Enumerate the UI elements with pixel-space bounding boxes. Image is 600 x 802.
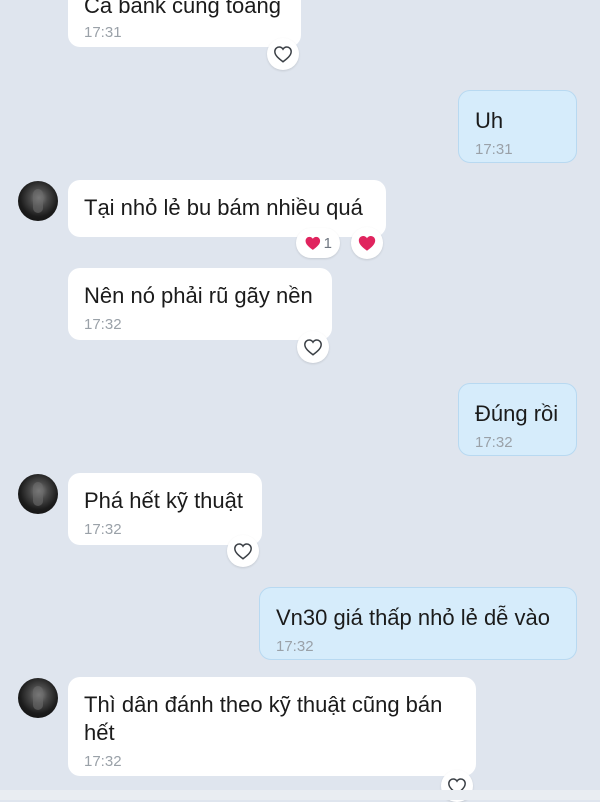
message-bubble-outgoing[interactable]: Đúng rồi 17:32	[458, 383, 577, 456]
heart-filled-icon	[358, 236, 376, 251]
message-text: Vn30 giá thấp nhỏ lẻ dễ vào	[276, 605, 551, 630]
message-time: 17:32	[84, 521, 122, 538]
message-bubble-incoming[interactable]: Cả bank cũng toang 17:31	[68, 0, 301, 47]
contact-avatar[interactable]	[18, 181, 58, 221]
message-bubble-incoming[interactable]: Phá hết kỹ thuật 17:32	[68, 473, 262, 545]
contact-avatar[interactable]	[18, 474, 58, 514]
message-bubble-outgoing[interactable]: Vn30 giá thấp nhỏ lẻ dễ vào 17:32	[259, 587, 577, 660]
message-bubble-incoming[interactable]: Thì dân đánh theo kỹ thuật cũng bán hết …	[68, 677, 476, 776]
react-heart-button[interactable]	[297, 331, 329, 363]
message-time: 17:32	[475, 434, 513, 451]
input-bar[interactable]	[0, 790, 600, 800]
heart-filled-icon	[305, 236, 321, 250]
react-heart-button[interactable]	[267, 38, 299, 70]
message-time: 17:31	[84, 24, 122, 41]
message-time: 17:31	[475, 141, 513, 158]
message-time: 17:32	[276, 638, 314, 655]
message-text: Đúng rồi	[475, 401, 559, 426]
react-heart-button[interactable]	[351, 227, 383, 259]
message-text: Tại nhỏ lẻ bu bám nhiều quá	[84, 195, 363, 220]
message-time: 17:32	[84, 316, 122, 333]
message-text: Cả bank cũng toang	[84, 0, 281, 18]
message-text: Nên nó phải rũ gãy nền	[84, 283, 313, 308]
contact-avatar[interactable]	[18, 678, 58, 718]
message-bubble-incoming[interactable]: Tại nhỏ lẻ bu bám nhiều quá	[68, 180, 386, 237]
heart-outline-icon	[304, 339, 322, 356]
message-bubble-incoming[interactable]: Nên nó phải rũ gãy nền 17:32	[68, 268, 332, 340]
message-text: Phá hết kỹ thuật	[84, 488, 243, 513]
react-heart-button[interactable]	[227, 535, 259, 567]
heart-outline-icon	[234, 543, 252, 560]
reaction-summary[interactable]: 1	[296, 228, 340, 258]
message-bubble-outgoing[interactable]: Uh 17:31	[458, 90, 577, 163]
message-time: 17:32	[84, 753, 122, 770]
reaction-count: 1	[323, 234, 332, 252]
message-text: Thì dân đánh theo kỹ thuật cũng bán hết	[84, 692, 449, 745]
message-text: Uh	[475, 108, 504, 133]
heart-outline-icon	[274, 46, 292, 63]
